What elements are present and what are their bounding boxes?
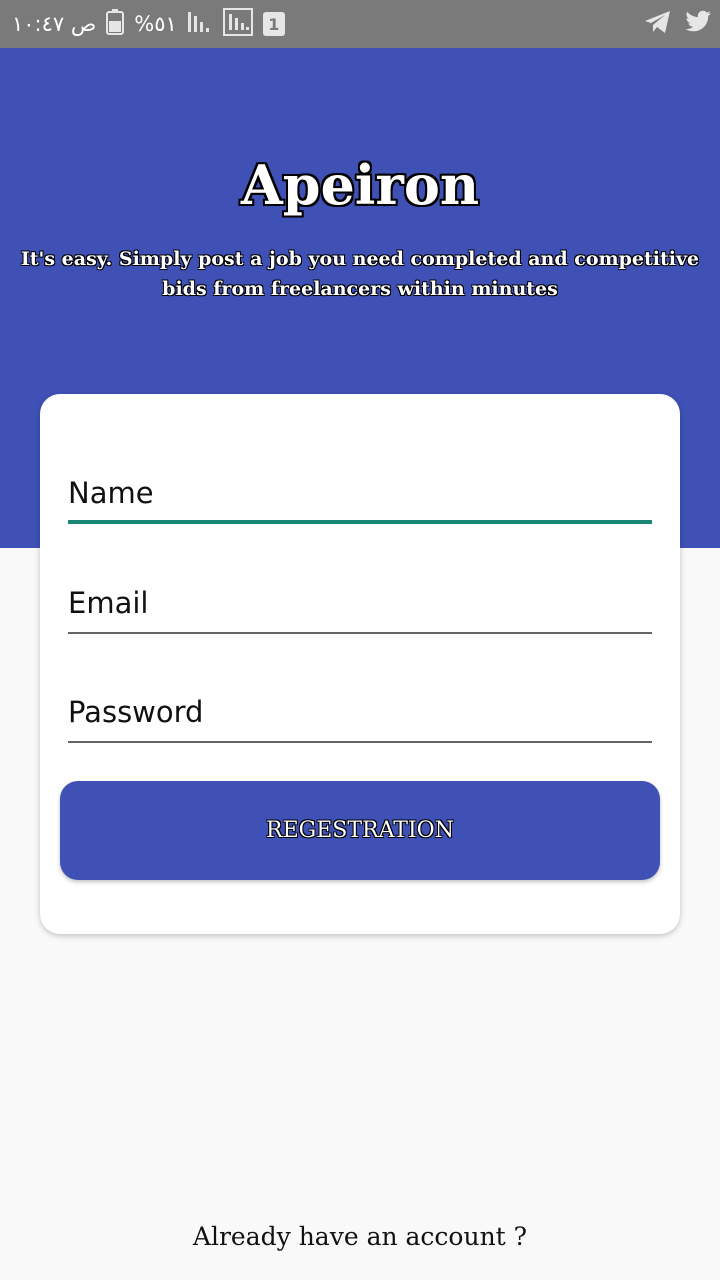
- app-subtitle: It's easy. Simply post a job you need co…: [20, 248, 700, 300]
- sim-badge: 1: [268, 14, 280, 34]
- sim-icon: 1: [262, 12, 285, 36]
- battery-icon: [106, 9, 125, 39]
- app-title: Apeiron: [240, 153, 480, 217]
- twitter-icon: [684, 10, 712, 38]
- signal-icon: [222, 8, 253, 40]
- registration-button[interactable]: REGESTRATION: [60, 781, 660, 880]
- name-field-underline: [68, 520, 652, 524]
- name-input[interactable]: [68, 466, 652, 520]
- password-field-underline: [68, 741, 652, 743]
- status-right-group: [644, 0, 712, 48]
- email-field-container: [68, 576, 652, 634]
- password-input[interactable]: [68, 685, 652, 739]
- status-left-group: ص ١٠:٤٧ %٥١ 1: [12, 0, 285, 48]
- password-field-container: [68, 685, 652, 743]
- status-bar: ص ١٠:٤٧ %٥١ 1: [0, 0, 720, 48]
- login-link[interactable]: Already have an account ?: [0, 1222, 720, 1251]
- status-time: ص ١٠:٤٧: [12, 12, 97, 36]
- registration-card: REGESTRATION: [40, 394, 680, 934]
- email-input[interactable]: [68, 576, 652, 630]
- telegram-icon: [644, 10, 672, 38]
- signal-icon: [187, 10, 213, 38]
- name-field-container: [68, 466, 652, 524]
- email-field-underline: [68, 632, 652, 634]
- battery-percent: %٥١: [134, 12, 177, 36]
